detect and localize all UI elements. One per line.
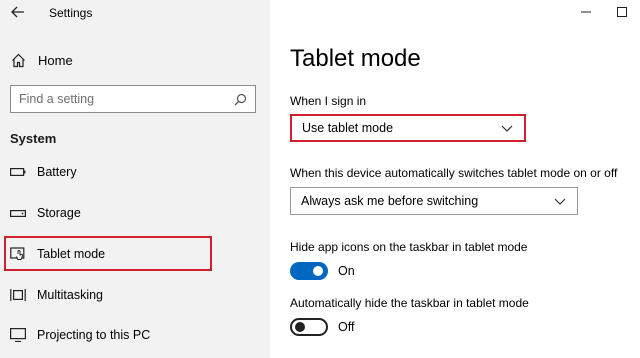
hide-icons-toggle-row: On	[290, 262, 355, 280]
back-arrow-icon	[11, 6, 24, 18]
sidebar-item-label: Multitasking	[37, 288, 103, 302]
selection-highlight	[4, 236, 212, 271]
sidebar-item-label: Battery	[37, 165, 77, 179]
hide-icons-label: Hide app icons on the taskbar in tablet …	[290, 240, 528, 254]
sign-in-value: Use tablet mode	[302, 121, 394, 135]
chevron-down-icon	[500, 121, 514, 135]
chevron-down-icon	[553, 194, 567, 208]
hide-icons-toggle[interactable]	[290, 262, 328, 280]
auto-switch-label: When this device automatically switches …	[290, 166, 618, 180]
toggle-knob	[313, 266, 323, 276]
sidebar-item-label: Storage	[37, 206, 81, 220]
maximize-button[interactable]	[604, 0, 640, 24]
search-placeholder: Find a setting	[19, 92, 95, 106]
window-title: Settings	[49, 6, 93, 20]
auto-switch-value: Always ask me before switching	[301, 194, 479, 208]
home-label: Home	[38, 52, 73, 68]
sidebar-item-multitasking[interactable]: Multitasking	[10, 285, 103, 305]
back-button[interactable]	[8, 2, 28, 22]
maximize-icon	[617, 7, 627, 17]
sidebar-item-projecting[interactable]: Projecting to this PC	[10, 325, 150, 345]
hide-taskbar-toggle-row: Off	[290, 318, 354, 336]
storage-icon	[10, 205, 26, 221]
hide-taskbar-toggle[interactable]	[290, 318, 328, 336]
search-input[interactable]: Find a setting	[10, 85, 256, 113]
toggle-knob	[295, 322, 305, 332]
battery-icon	[10, 164, 26, 180]
auto-switch-dropdown[interactable]: Always ask me before switching	[290, 187, 578, 215]
projecting-icon	[10, 327, 26, 343]
sign-in-dropdown[interactable]: Use tablet mode	[290, 114, 526, 142]
hide-taskbar-state: Off	[338, 320, 355, 334]
minimize-icon	[581, 11, 591, 13]
hide-taskbar-label: Automatically hide the taskbar in tablet…	[290, 296, 529, 310]
minimize-button[interactable]	[568, 0, 604, 24]
search-icon[interactable]	[233, 92, 247, 106]
sidebar: Settings Home Find a setting System Batt…	[0, 0, 270, 358]
sidebar-item-battery[interactable]: Battery	[10, 162, 77, 182]
sidebar-item-storage[interactable]: Storage	[10, 203, 81, 223]
sign-in-label: When I sign in	[290, 94, 367, 108]
sidebar-item-label: Projecting to this PC	[37, 328, 151, 342]
hide-icons-state: On	[338, 264, 355, 278]
window-controls	[568, 0, 640, 24]
sidebar-item-home[interactable]: Home	[10, 51, 73, 69]
page-title: Tablet mode	[290, 45, 421, 72]
multitasking-icon	[10, 287, 26, 303]
section-heading: System	[10, 131, 57, 146]
home-icon	[10, 52, 26, 68]
